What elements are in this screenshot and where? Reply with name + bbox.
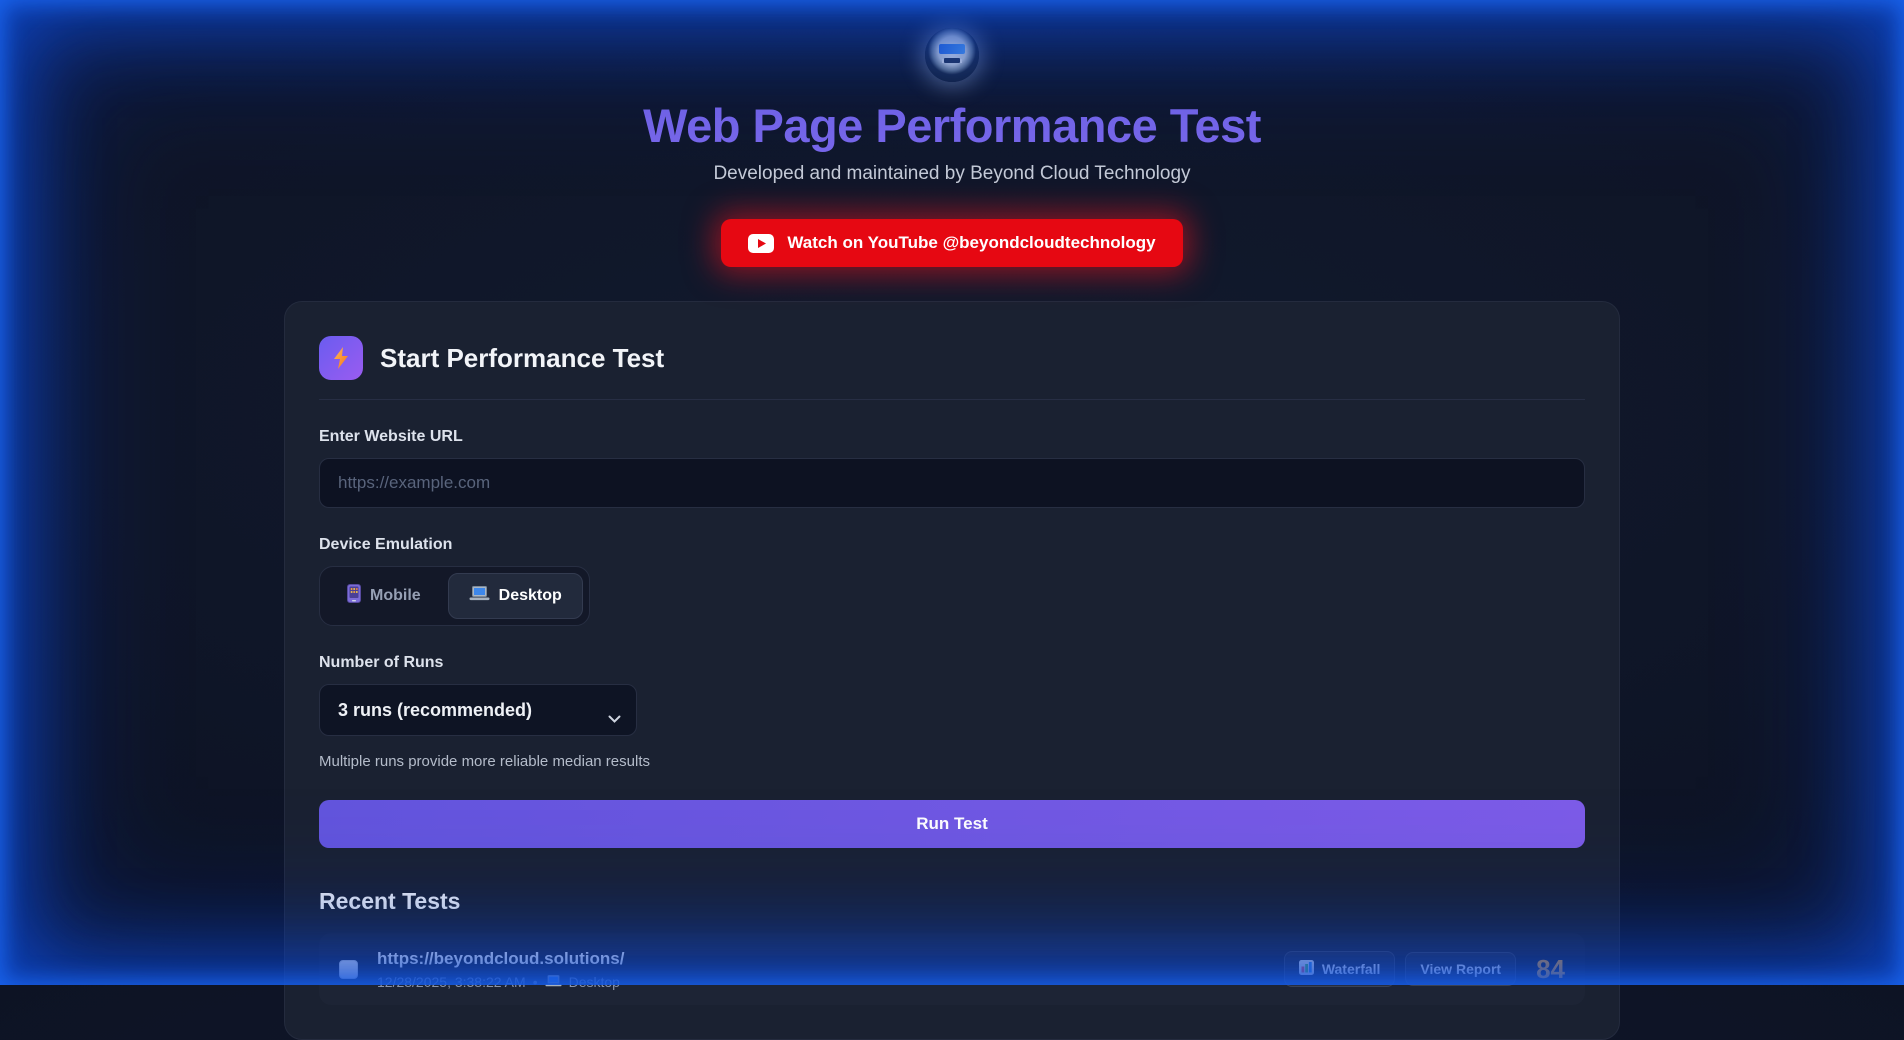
runs-select[interactable]: 3 runs (recommended) [319,684,637,736]
divider [319,399,1585,400]
recent-tests-heading: Recent Tests [319,888,1585,915]
device-toggle: Mobile Desktop [319,566,590,626]
recent-test-row: https://beyondcloud.solutions/ 12/28/202… [319,933,1585,1005]
page-header: Web Page Performance Test Developed and … [0,0,1904,267]
url-label: Enter Website URL [319,428,1585,446]
youtube-button-label: Watch on YouTube @beyondcloudtechnology [787,233,1155,253]
performance-test-card: Start Performance Test Enter Website URL… [284,301,1620,1040]
youtube-play-icon [748,234,774,253]
test-score: 84 [1536,954,1565,985]
device-option-mobile[interactable]: Mobile [326,573,442,619]
youtube-button[interactable]: Watch on YouTube @beyondcloudtechnology [721,219,1182,267]
bar-chart-icon [1299,960,1314,978]
runs-select-value: 3 runs (recommended) [338,700,532,721]
meta-separator: • [533,974,538,990]
chevron-down-icon [608,707,621,728]
run-test-button[interactable]: Run Test [319,800,1585,848]
device-option-desktop-label: Desktop [499,587,562,605]
mobile-phone-icon [347,584,361,608]
laptop-icon [469,586,490,606]
url-input[interactable] [319,458,1585,508]
test-actions: Waterfall View Report 84 [1284,951,1565,987]
test-meta: 12/28/2025, 3:38:22 AM • Desktop [377,974,624,990]
card-header: Start Performance Test [319,336,1585,380]
test-url: https://beyondcloud.solutions/ [377,949,624,969]
page-subtitle: Developed and maintained by Beyond Cloud… [0,163,1904,185]
view-report-button[interactable]: View Report [1405,952,1516,986]
waterfall-button[interactable]: Waterfall [1284,951,1396,987]
test-timestamp: 12/28/2025, 3:38:22 AM [377,974,526,990]
test-device: Desktop [569,974,620,990]
site-logo-icon [925,28,979,82]
device-option-desktop[interactable]: Desktop [448,573,583,619]
page-title: Web Page Performance Test [0,98,1904,153]
test-info: https://beyondcloud.solutions/ 12/28/202… [377,949,624,990]
lightning-icon [319,336,363,380]
device-label: Device Emulation [319,536,1585,554]
card-title: Start Performance Test [380,343,664,374]
laptop-icon [545,974,562,990]
runs-label: Number of Runs [319,654,1585,672]
waterfall-button-label: Waterfall [1322,961,1381,977]
test-checkbox[interactable] [339,960,358,979]
device-option-mobile-label: Mobile [370,587,421,605]
runs-help-text: Multiple runs provide more reliable medi… [319,753,1585,770]
